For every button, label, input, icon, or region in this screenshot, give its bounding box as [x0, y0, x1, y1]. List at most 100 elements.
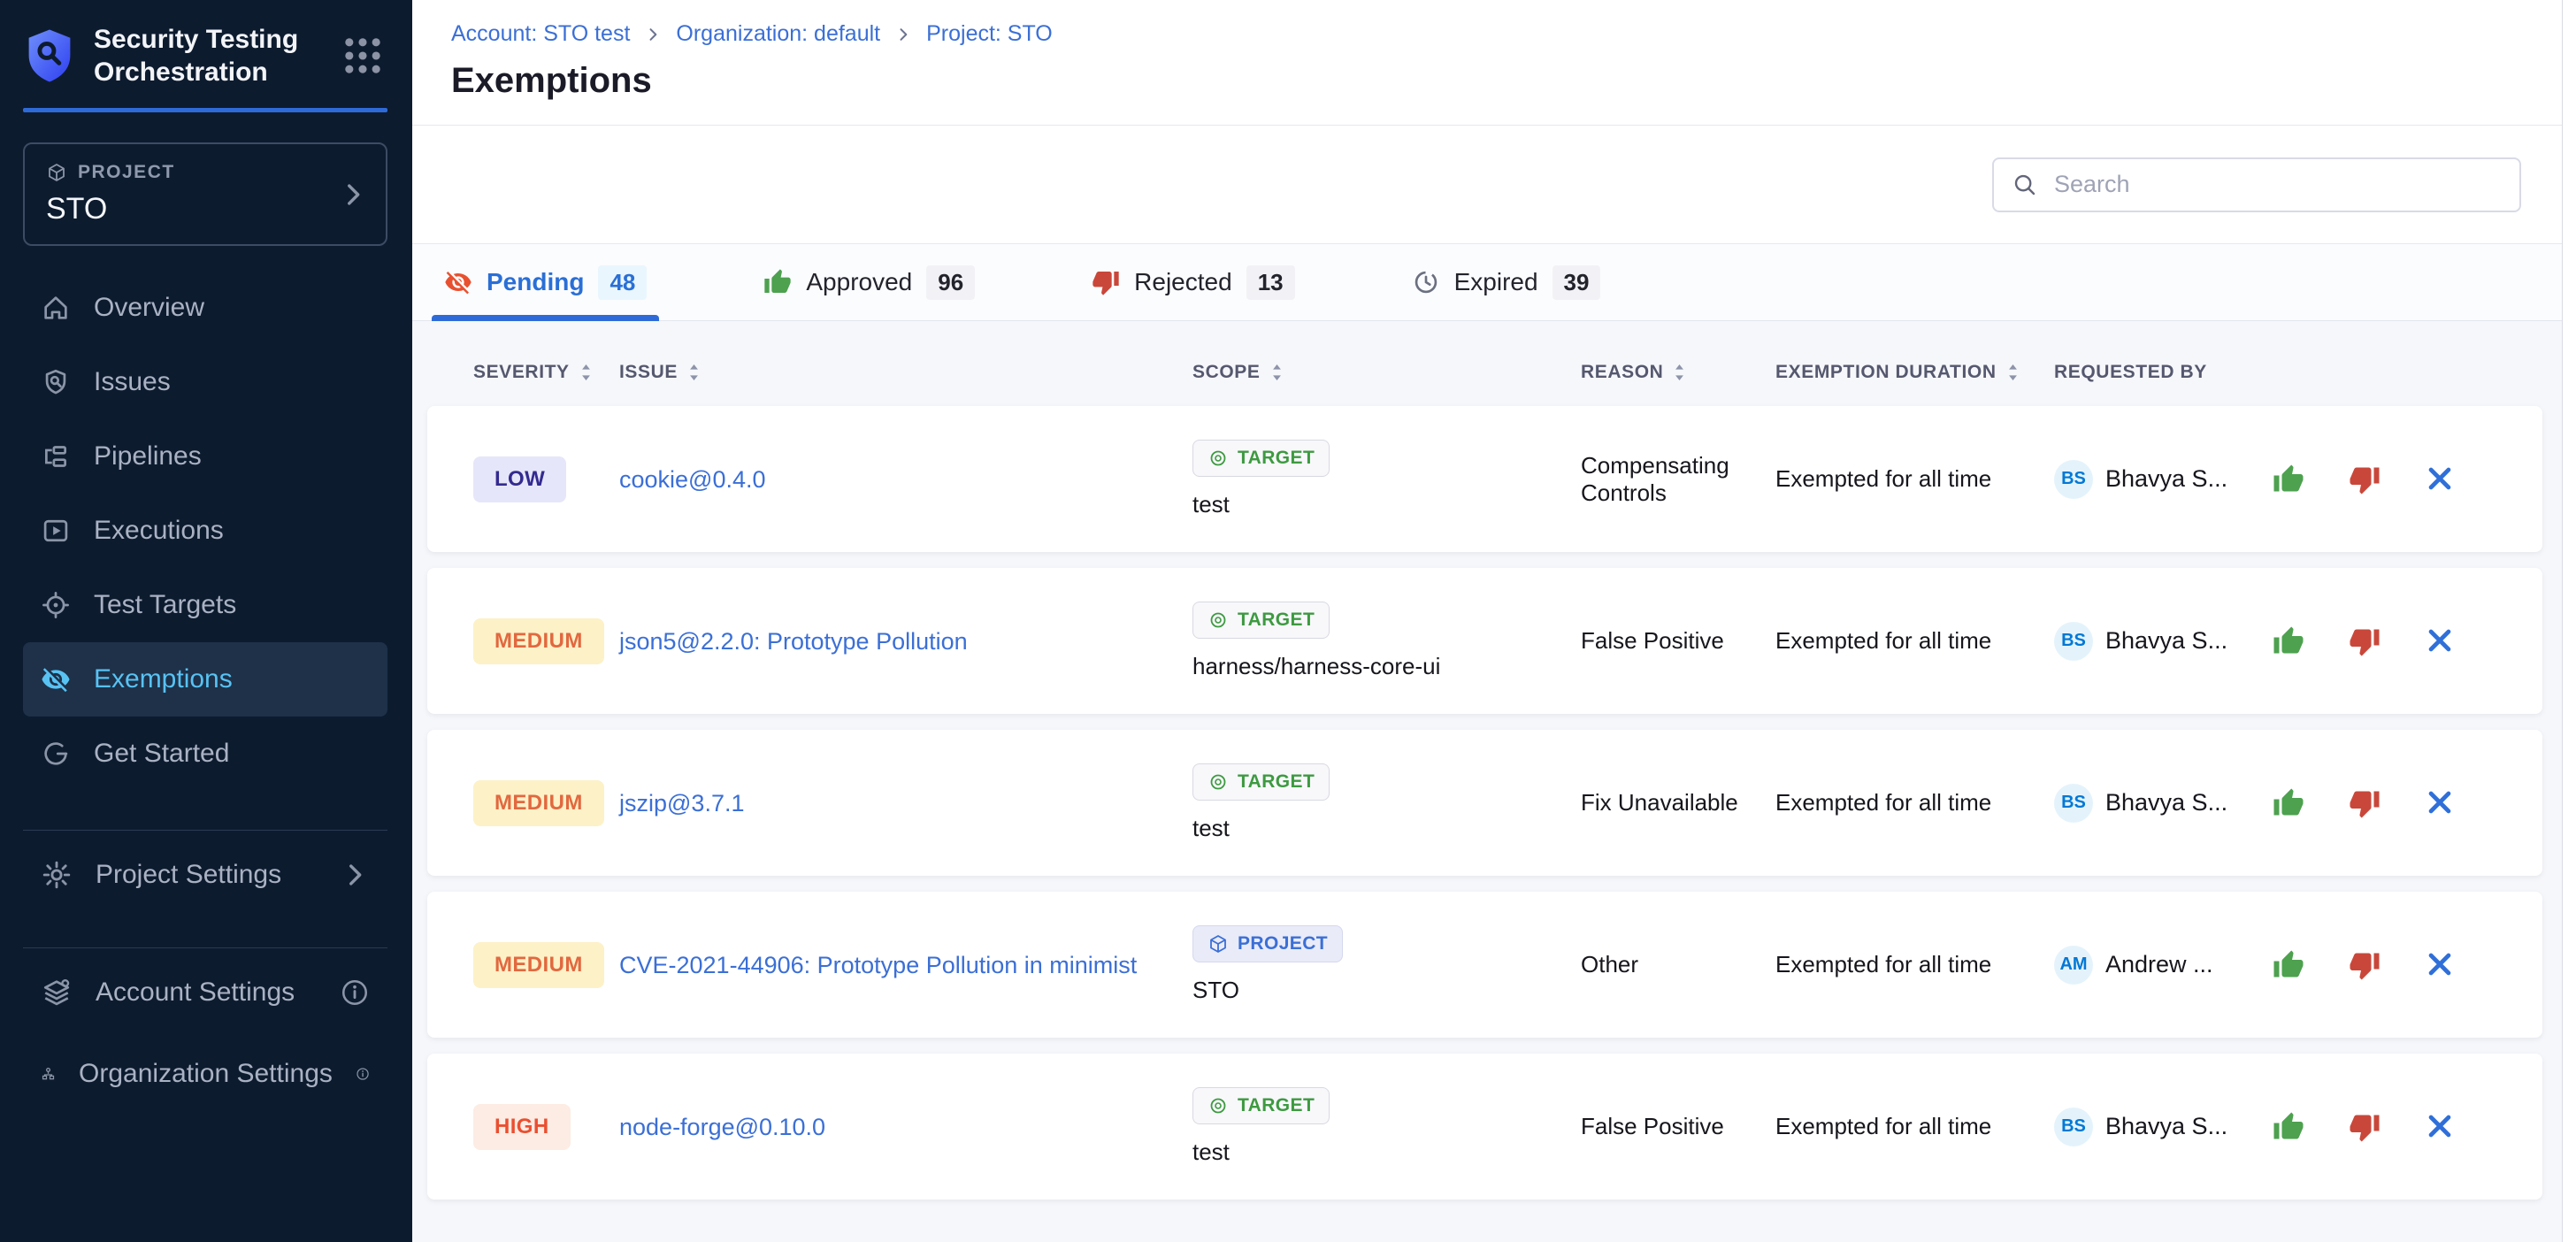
column-header-severity[interactable]: SEVERITY	[473, 362, 594, 383]
column-header-scope[interactable]: SCOPE	[1192, 362, 1284, 383]
column-header-reason[interactable]: REASON	[1581, 362, 1687, 383]
eye-off-icon	[41, 664, 71, 694]
tab-approved[interactable]: Approved 96	[751, 244, 987, 320]
issue-link[interactable]: CVE-2021-44906: Prototype Pollution in m…	[619, 947, 1186, 983]
launch-icon	[41, 739, 71, 769]
org-gear-icon	[41, 1058, 56, 1090]
project-selector[interactable]: PROJECT STO	[23, 142, 387, 246]
reject-button[interactable]	[2349, 464, 2380, 495]
exemption-duration-text: Exempted for all time	[1775, 627, 2054, 655]
breadcrumb-organization[interactable]: Organization: default	[676, 21, 880, 47]
dismiss-button[interactable]	[2425, 625, 2457, 657]
reason-text: Compensating Controls	[1581, 452, 1775, 507]
sidebar-item-executions[interactable]: Executions	[23, 494, 387, 568]
requested-by-name: Bhavya S...	[2105, 627, 2227, 655]
tab-rejected[interactable]: Rejected 13	[1079, 244, 1307, 320]
thumb-up-icon	[763, 268, 792, 296]
tab-expired[interactable]: Expired 39	[1399, 244, 1614, 320]
column-header-requested-by: REQUESTED BY	[2054, 362, 2207, 383]
sidebar-item-issues[interactable]: Issues	[23, 345, 387, 419]
target-icon	[41, 590, 71, 620]
issue-link[interactable]: cookie@0.4.0	[619, 462, 816, 497]
requested-by-name: Bhavya S...	[2105, 1113, 2227, 1140]
breadcrumb-account[interactable]: Account: STO test	[451, 21, 630, 47]
close-icon	[2425, 787, 2455, 817]
approve-button[interactable]	[2273, 464, 2304, 495]
thumb-down-icon	[2349, 625, 2380, 657]
sidebar-divider	[23, 830, 387, 831]
info-icon	[340, 978, 370, 1008]
sidebar-item-project-settings[interactable]: Project Settings	[23, 838, 387, 912]
breadcrumb-project[interactable]: Project: STO	[926, 21, 1053, 47]
sidebar-item-label: Overview	[94, 293, 204, 323]
table-row[interactable]: MEDIUM CVE-2021-44906: Prototype Polluti…	[427, 892, 2542, 1038]
app-switcher-grid-icon[interactable]	[340, 33, 386, 79]
home-icon	[41, 293, 71, 323]
reason-text: False Positive	[1581, 1113, 1775, 1140]
table-row[interactable]: MEDIUM json5@2.2.0: Prototype Pollution …	[427, 568, 2542, 714]
sort-icon	[579, 363, 594, 382]
project-selector-label: PROJECT	[78, 162, 175, 183]
target-ring-icon	[1208, 610, 1229, 631]
chevron-right-icon	[340, 860, 370, 890]
thumb-down-icon	[2349, 1111, 2380, 1143]
sidebar-item-label: Project Settings	[96, 860, 281, 890]
close-icon	[2425, 1111, 2455, 1141]
approve-button[interactable]	[2273, 787, 2304, 819]
sort-icon	[686, 363, 702, 382]
table-row[interactable]: HIGH node-forge@0.10.0 TARGET test False…	[427, 1054, 2542, 1200]
reject-button[interactable]	[2349, 1111, 2380, 1143]
vertical-scrollbar[interactable]	[2562, 0, 2576, 1242]
sidebar-item-label: Pipelines	[94, 441, 202, 472]
sort-icon	[1672, 363, 1687, 382]
approve-button[interactable]	[2273, 625, 2304, 657]
reject-button[interactable]	[2349, 625, 2380, 657]
thumb-up-icon	[2273, 787, 2304, 819]
column-header-exemption-duration[interactable]: EXEMPTION DURATION	[1775, 362, 2020, 383]
column-header-issue[interactable]: ISSUE	[619, 362, 702, 383]
sidebar-item-label: Organization Settings	[79, 1059, 333, 1089]
sidebar-item-overview[interactable]: Overview	[23, 271, 387, 345]
avatar: BS	[2054, 784, 2093, 823]
tab-label: Pending	[487, 268, 584, 296]
tab-pending[interactable]: Pending 48	[432, 244, 659, 320]
scope-name: test	[1192, 815, 1230, 842]
approve-button[interactable]	[2273, 949, 2304, 981]
sidebar-item-get-started[interactable]: Get Started	[23, 717, 387, 791]
scope-name: STO	[1192, 977, 1239, 1004]
table-header: SEVERITY ISSUE SCOPE REASON EXEMPTION DU…	[427, 321, 2542, 406]
thumb-down-icon	[2349, 787, 2380, 819]
requested-by-name: Bhavya S...	[2105, 789, 2227, 816]
scope-name: test	[1192, 1138, 1230, 1166]
dismiss-button[interactable]	[2425, 1111, 2457, 1143]
sidebar-item-test-targets[interactable]: Test Targets	[23, 568, 387, 642]
search-input[interactable]	[2052, 170, 2502, 199]
reject-button[interactable]	[2349, 787, 2380, 819]
layers-gear-icon	[41, 977, 73, 1008]
approve-button[interactable]	[2273, 1111, 2304, 1143]
dismiss-button[interactable]	[2425, 949, 2457, 981]
sidebar-item-account-settings[interactable]: Account Settings	[23, 955, 387, 1030]
sidebar-item-pipelines[interactable]: Pipelines	[23, 419, 387, 494]
close-icon	[2425, 464, 2455, 494]
exemption-duration-text: Exempted for all time	[1775, 951, 2054, 978]
table-row[interactable]: LOW cookie@0.4.0 TARGET test Compensatin…	[427, 406, 2542, 552]
shield-search-icon	[41, 367, 71, 397]
thumb-up-icon	[2273, 625, 2304, 657]
dismiss-button[interactable]	[2425, 464, 2457, 495]
issue-link[interactable]: jszip@3.7.1	[619, 786, 794, 821]
table-row[interactable]: MEDIUM jszip@3.7.1 TARGET test Fix Unava…	[427, 730, 2542, 876]
scope-badge: TARGET	[1192, 440, 1330, 477]
sidebar-item-label: Executions	[94, 516, 224, 546]
sidebar-item-label: Test Targets	[94, 590, 236, 620]
project-cube-icon	[1208, 933, 1229, 954]
sidebar-item-organization-settings[interactable]: Organization Settings	[23, 1037, 387, 1111]
avatar: BS	[2054, 622, 2093, 661]
issue-link[interactable]: json5@2.2.0: Prototype Pollution	[619, 624, 1017, 659]
issue-link[interactable]: node-forge@0.10.0	[619, 1109, 875, 1145]
reject-button[interactable]	[2349, 949, 2380, 981]
dismiss-button[interactable]	[2425, 787, 2457, 819]
sidebar-item-exemptions[interactable]: Exemptions	[23, 642, 387, 717]
thumb-down-icon	[2349, 464, 2380, 495]
search-box	[1992, 157, 2521, 212]
